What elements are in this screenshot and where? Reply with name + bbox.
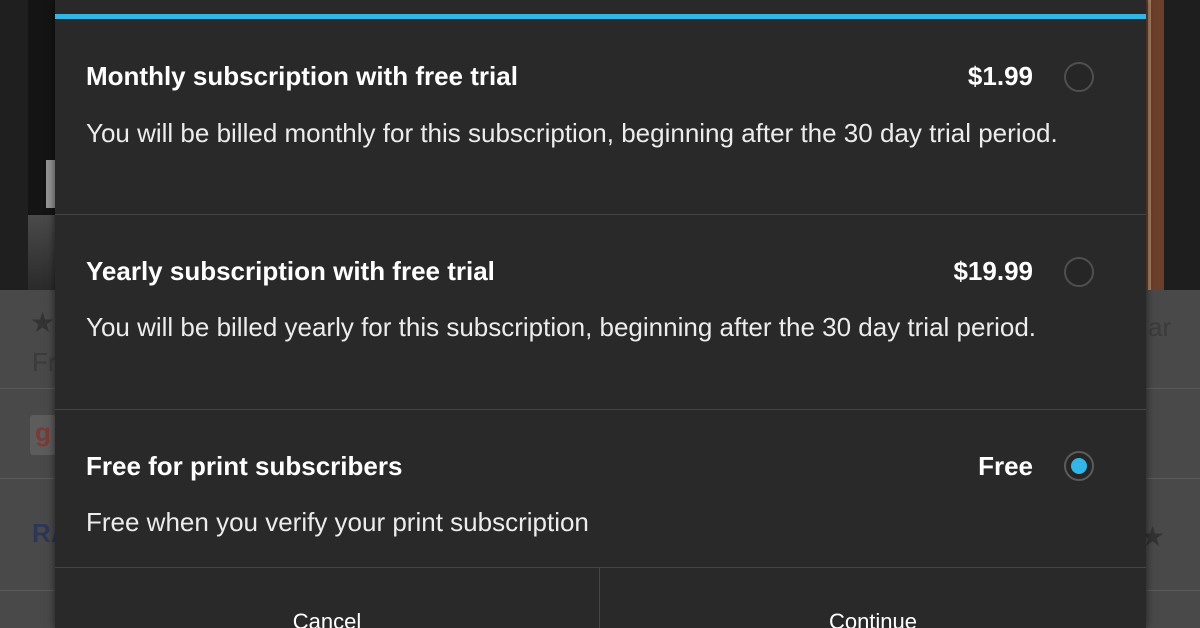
radio-button-unchecked[interactable] — [1064, 257, 1094, 287]
option-price: Free — [978, 451, 1033, 481]
background-cover-image — [28, 0, 60, 290]
cancel-button[interactable]: Cancel — [55, 568, 599, 628]
background-right-edge — [1164, 0, 1200, 300]
option-price: $1.99 — [967, 61, 1033, 91]
option-title: Free for print subscribers — [86, 451, 403, 481]
background-text-fragment: Fr — [32, 347, 57, 377]
option-description: You will be billed monthly for this subs… — [86, 118, 1058, 148]
radio-button-checked[interactable] — [1064, 451, 1094, 481]
background-cover-image-right — [1144, 0, 1164, 290]
subscription-dialog: Monthly subscription with free trial $1.… — [55, 0, 1146, 628]
continue-button[interactable]: Continue — [600, 568, 1146, 628]
subscription-option-print[interactable]: Free for print subscribers Free Free whe… — [55, 410, 1146, 567]
radio-button-unchecked[interactable] — [1064, 62, 1094, 92]
background-left-edge — [0, 0, 28, 300]
subscription-option-monthly[interactable]: Monthly subscription with free trial $1.… — [55, 19, 1146, 215]
dialog-button-bar: Cancel Continue — [55, 567, 1146, 628]
option-description: You will be billed yearly for this subsc… — [86, 312, 1037, 342]
star-icon: ★ — [30, 307, 56, 338]
option-title: Monthly subscription with free trial — [86, 61, 518, 91]
google-plus-icon — [30, 415, 56, 455]
option-title: Yearly subscription with free trial — [86, 256, 495, 286]
option-price: $19.99 — [953, 256, 1033, 286]
subscription-option-yearly[interactable]: Yearly subscription with free trial $19.… — [55, 215, 1146, 410]
option-description: Free when you verify your print subscrip… — [86, 507, 589, 537]
radio-selected-dot — [1071, 458, 1087, 474]
background-text-fragment: ar — [1148, 312, 1172, 342]
